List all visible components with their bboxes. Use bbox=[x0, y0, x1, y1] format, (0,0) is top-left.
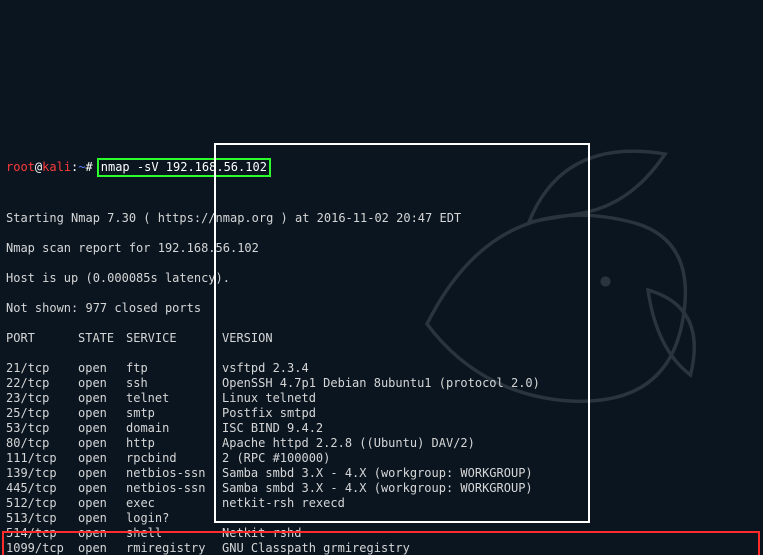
table-row: 25/tcpopensmtpPostfix smtpd bbox=[6, 406, 757, 421]
table-row: 139/tcpopennetbios-ssnSamba smbd 3.X - 4… bbox=[6, 466, 757, 481]
state-cell: open bbox=[78, 391, 126, 406]
port-cell: 53/tcp bbox=[6, 421, 78, 436]
table-row: 53/tcpopendomainISC BIND 9.4.2 bbox=[6, 421, 757, 436]
service-cell: ftp bbox=[126, 361, 222, 376]
table-row: 80/tcpopenhttpApache httpd 2.2.8 ((Ubunt… bbox=[6, 436, 757, 451]
nmap-report-line: Nmap scan report for 192.168.56.102 bbox=[6, 241, 757, 256]
version-cell: netkit-rsh rexecd bbox=[222, 496, 345, 511]
state-cell: open bbox=[78, 526, 126, 541]
table-row: 1099/tcpopenrmiregistryGNU Classpath grm… bbox=[6, 541, 757, 555]
table-row: 514/tcpopenshellNetkit rshd bbox=[6, 526, 757, 541]
state-cell: open bbox=[78, 376, 126, 391]
not-shown-line: Not shown: 977 closed ports bbox=[6, 301, 757, 316]
port-cell: 111/tcp bbox=[6, 451, 78, 466]
prompt-line: root@kali:~#nmap -sV 192.168.56.102 bbox=[6, 158, 757, 177]
state-cell: open bbox=[78, 361, 126, 376]
port-cell: 445/tcp bbox=[6, 481, 78, 496]
service-cell: shell bbox=[126, 526, 222, 541]
table-row: 512/tcpopenexecnetkit-rsh rexecd bbox=[6, 496, 757, 511]
version-cell: GNU Classpath grmiregistry bbox=[222, 541, 410, 555]
version-cell: vsftpd 2.3.4 bbox=[222, 361, 309, 376]
version-cell: Apache httpd 2.2.8 ((Ubuntu) DAV/2) bbox=[222, 436, 475, 451]
state-cell: open bbox=[78, 541, 126, 555]
port-cell: 23/tcp bbox=[6, 391, 78, 406]
port-cell: 512/tcp bbox=[6, 496, 78, 511]
host-up-line: Host is up (0.000085s latency). bbox=[6, 271, 757, 286]
port-cell: 21/tcp bbox=[6, 361, 78, 376]
service-cell: telnet bbox=[126, 391, 222, 406]
state-cell: open bbox=[78, 511, 126, 526]
table-row: 111/tcpopenrpcbind2 (RPC #100000) bbox=[6, 451, 757, 466]
terminal-output: root@kali:~#nmap -sV 192.168.56.102 Star… bbox=[6, 143, 757, 555]
state-cell: open bbox=[78, 436, 126, 451]
version-cell: Netkit rshd bbox=[222, 526, 301, 541]
table-row: 22/tcpopensshOpenSSH 4.7p1 Debian 8ubunt… bbox=[6, 376, 757, 391]
service-cell: netbios-ssn bbox=[126, 481, 222, 496]
version-cell: OpenSSH 4.7p1 Debian 8ubuntu1 (protocol … bbox=[222, 376, 540, 391]
service-cell: login? bbox=[126, 511, 222, 526]
service-cell: exec bbox=[126, 496, 222, 511]
service-cell: domain bbox=[126, 421, 222, 436]
state-cell: open bbox=[78, 451, 126, 466]
port-cell: 25/tcp bbox=[6, 406, 78, 421]
port-cell: 139/tcp bbox=[6, 466, 78, 481]
service-cell: rpcbind bbox=[126, 451, 222, 466]
prompt-user: root bbox=[6, 160, 35, 174]
table-row: 21/tcpopenftpvsftpd 2.3.4 bbox=[6, 361, 757, 376]
prompt-host: kali bbox=[42, 160, 71, 174]
command-input[interactable]: nmap -sV 192.168.56.102 bbox=[97, 158, 271, 177]
port-cell: 22/tcp bbox=[6, 376, 78, 391]
port-cell: 514/tcp bbox=[6, 526, 78, 541]
nmap-start-line: Starting Nmap 7.30 ( https://nmap.org ) … bbox=[6, 211, 757, 226]
version-cell: Postfix smtpd bbox=[222, 406, 316, 421]
state-cell: open bbox=[78, 496, 126, 511]
port-cell: 513/tcp bbox=[6, 511, 78, 526]
version-cell: Linux telnetd bbox=[222, 391, 316, 406]
version-cell: Samba smbd 3.X - 4.X (workgroup: WORKGRO… bbox=[222, 466, 533, 481]
table-row: 513/tcpopenlogin? bbox=[6, 511, 757, 526]
table-header: PORTSTATESERVICEVERSION bbox=[6, 331, 757, 346]
version-cell: Samba smbd 3.X - 4.X (workgroup: WORKGRO… bbox=[222, 481, 533, 496]
service-cell: netbios-ssn bbox=[126, 466, 222, 481]
state-cell: open bbox=[78, 466, 126, 481]
table-row: 445/tcpopennetbios-ssnSamba smbd 3.X - 4… bbox=[6, 481, 757, 496]
service-cell: rmiregistry bbox=[126, 541, 222, 555]
port-cell: 80/tcp bbox=[6, 436, 78, 451]
table-row: 23/tcpopentelnetLinux telnetd bbox=[6, 391, 757, 406]
service-cell: smtp bbox=[126, 406, 222, 421]
version-cell: 2 (RPC #100000) bbox=[222, 451, 330, 466]
state-cell: open bbox=[78, 481, 126, 496]
port-cell: 1099/tcp bbox=[6, 541, 78, 555]
state-cell: open bbox=[78, 406, 126, 421]
service-cell: ssh bbox=[126, 376, 222, 391]
prompt-path: ~ bbox=[78, 160, 85, 174]
service-cell: http bbox=[126, 436, 222, 451]
state-cell: open bbox=[78, 421, 126, 436]
version-cell: ISC BIND 9.4.2 bbox=[222, 421, 323, 436]
